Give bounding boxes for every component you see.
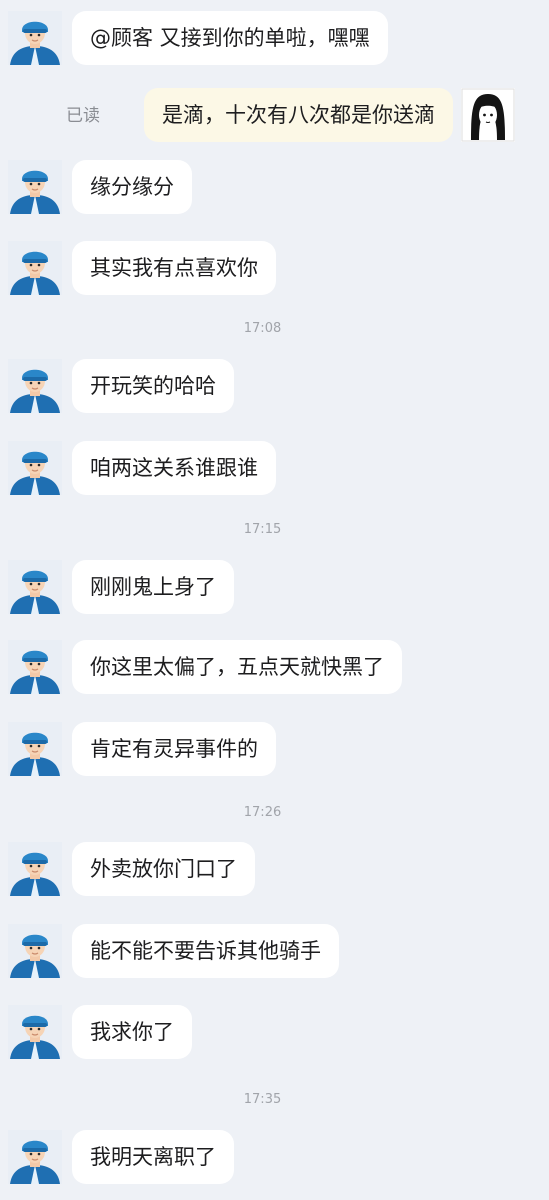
rider-avatar-icon [8, 842, 62, 896]
rider-avatar-icon [8, 1005, 62, 1059]
message-bubble[interactable]: 你这里太偏了，五点天就快黑了 [72, 640, 402, 694]
rider-avatar[interactable] [8, 842, 62, 896]
message-bubble[interactable]: 开玩笑的哈哈 [72, 359, 234, 413]
message-bubble[interactable]: 能不能不要告诉其他骑手 [72, 924, 339, 978]
rider-avatar[interactable] [8, 640, 62, 694]
read-status: 已读 [66, 106, 100, 126]
rider-avatar-icon [8, 924, 62, 978]
rider-avatar[interactable] [8, 924, 62, 978]
customer-avatar-icon [461, 88, 515, 142]
rider-avatar-icon [8, 640, 62, 694]
rider-avatar-icon [8, 160, 62, 214]
rider-avatar-icon [8, 560, 62, 614]
message-bubble[interactable]: 外卖放你门口了 [72, 842, 255, 896]
timestamp: 17:08 [243, 321, 282, 336]
timestamp: 17:35 [243, 1092, 282, 1107]
rider-avatar-icon [8, 1130, 62, 1184]
message-bubble[interactable]: @顾客 又接到你的单啦，嘿嘿 [72, 11, 388, 65]
rider-avatar-icon [8, 241, 62, 295]
rider-avatar-icon [8, 722, 62, 776]
chat-thread: @顾客 又接到你的单啦，嘿嘿 已读 是滴，十次有八次都是你送滴 缘分缘分 其实我… [0, 0, 549, 1200]
timestamp: 17:26 [243, 805, 282, 820]
message-bubble[interactable]: 其实我有点喜欢你 [72, 241, 276, 295]
rider-avatar[interactable] [8, 241, 62, 295]
rider-avatar[interactable] [8, 1005, 62, 1059]
message-bubble[interactable]: 我求你了 [72, 1005, 192, 1059]
message-bubble[interactable]: 刚刚鬼上身了 [72, 560, 234, 614]
message-bubble[interactable]: 肯定有灵异事件的 [72, 722, 276, 776]
message-bubble[interactable]: 缘分缘分 [72, 160, 192, 214]
rider-avatar-icon [8, 11, 62, 65]
rider-avatar-icon [8, 441, 62, 495]
rider-avatar[interactable] [8, 441, 62, 495]
timestamp: 17:15 [243, 522, 282, 537]
rider-avatar[interactable] [8, 359, 62, 413]
rider-avatar[interactable] [8, 11, 62, 65]
message-bubble[interactable]: 我明天离职了 [72, 1130, 234, 1184]
message-bubble[interactable]: 咱两这关系谁跟谁 [72, 441, 276, 495]
customer-avatar[interactable] [461, 88, 515, 142]
message-bubble[interactable]: 是滴，十次有八次都是你送滴 [144, 88, 453, 142]
rider-avatar-icon [8, 359, 62, 413]
rider-avatar[interactable] [8, 722, 62, 776]
rider-avatar[interactable] [8, 560, 62, 614]
rider-avatar[interactable] [8, 1130, 62, 1184]
rider-avatar[interactable] [8, 160, 62, 214]
